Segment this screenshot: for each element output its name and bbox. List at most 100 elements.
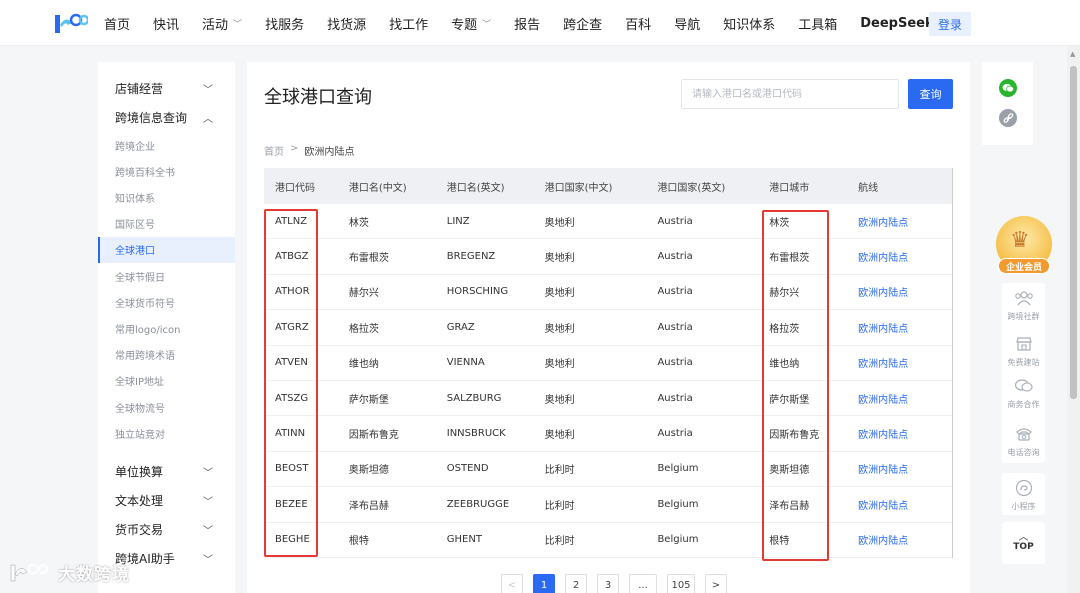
route-link[interactable]: 欧洲内陆点: [847, 426, 952, 441]
nav-item[interactable]: 快讯: [153, 14, 179, 33]
store-icon: [1014, 334, 1034, 354]
column-header: 港口国家(中文): [544, 182, 613, 194]
next-page-button[interactable]: >: [705, 574, 727, 593]
business-tool[interactable]: 商务合作: [1002, 371, 1045, 413]
highlight-box-port-city: [762, 210, 829, 561]
sidebar-item[interactable]: 知识体系: [98, 184, 235, 210]
table-cell: Austria: [657, 251, 693, 263]
scroll-up-arrow-icon[interactable]: ▲: [1070, 50, 1075, 58]
nav-item[interactable]: 找工作: [389, 14, 428, 33]
table-row: BEZEE 泽布吕赫 ZEEBRUGGE 比利时 Belgium 泽布吕赫 欧洲内陆点: [264, 487, 952, 523]
sidebar-group-shop[interactable]: 店铺经营 ﹀: [98, 74, 235, 103]
table-cell: Austria: [657, 321, 693, 333]
sidebar-group-currency[interactable]: 货币交易 ﹀: [98, 515, 235, 544]
nav-item-label: 找工作: [389, 17, 429, 33]
nav-item[interactable]: 报告: [514, 14, 540, 33]
route-link[interactable]: 欧洲内陆点: [847, 461, 952, 476]
table-cell: Austria: [657, 215, 693, 227]
table-cell: Austria: [657, 392, 693, 404]
nav-item[interactable]: 知识体系: [723, 14, 775, 33]
nav-item-label: 快讯: [153, 17, 180, 33]
watermark: 大数跨境: [8, 560, 130, 585]
highlight-box-port-code: [264, 209, 318, 557]
page-button[interactable]: 105: [667, 574, 695, 593]
sidebar-item[interactable]: 全球节假日: [98, 263, 235, 289]
table-row: ATLNZ 林茨 LINZ 奥地利 Austria 林茨 欧洲内陆点: [264, 204, 952, 240]
group-icon: [1014, 288, 1034, 308]
route-link[interactable]: 欧洲内陆点: [847, 320, 952, 335]
table-cell: 奥地利: [544, 323, 575, 335]
watermark-text: 大数跨境: [58, 565, 130, 585]
route-link[interactable]: 欧洲内陆点: [847, 497, 952, 512]
nav-item[interactable]: 找货源: [327, 14, 366, 33]
route-link[interactable]: 欧洲内陆点: [847, 532, 952, 547]
nav-item[interactable]: 导航: [674, 14, 700, 33]
pagination: <1 2 3... 105 >: [501, 574, 737, 593]
chevron-up-icon: ︿: [203, 114, 213, 125]
prev-page-button[interactable]: <: [501, 574, 523, 593]
vip-membership-badge[interactable]: ♛ 企业会员: [996, 216, 1052, 276]
nav-item[interactable]: 活动 ﹀: [202, 14, 242, 33]
sidebar-item[interactable]: 独立站竞对: [98, 420, 235, 446]
table-cell: 格拉茨: [348, 323, 379, 335]
route-link[interactable]: 欧洲内陆点: [847, 284, 952, 299]
sidebar-item[interactable]: 全球IP地址: [98, 368, 235, 394]
nav-item[interactable]: 工具箱: [798, 14, 837, 33]
search-button[interactable]: 查询: [908, 79, 953, 109]
back-to-top-button[interactable]: ︿ TOP: [1002, 522, 1045, 564]
chevron-down-icon: ﹀: [233, 19, 243, 30]
mini-program-button[interactable]: 小程序: [1002, 473, 1045, 515]
table-row: BEOST 奥斯坦德 OSTEND 比利时 Belgium 奥斯坦德 欧洲内陆点: [264, 452, 952, 488]
sidebar-item[interactable]: 常用logo/icon: [98, 315, 235, 341]
table-row: ATSZG 萨尔斯堡 SALZBURG 奥地利 Austria 萨尔斯堡 欧洲内陆点: [264, 381, 952, 417]
nav-item[interactable]: 百科: [625, 14, 651, 33]
sidebar-group-label: 店铺经营: [115, 82, 164, 96]
nav-item[interactable]: DeepSeek: [860, 16, 933, 31]
page-button[interactable]: 2: [565, 574, 587, 593]
table-cell: Belgium: [657, 534, 699, 546]
phone-tool[interactable]: 电话咨询: [1002, 419, 1045, 461]
nav-item[interactable]: 找服务: [265, 14, 304, 33]
column-header: 港口国家(英文): [657, 182, 726, 194]
sidebar-item[interactable]: 全球物流号: [98, 394, 235, 420]
nav-item-label: 跨企查: [563, 17, 603, 33]
table-row: ATHOR 赫尔兴 HORSCHING 奥地利 Austria 赫尔兴 欧洲内陆点: [264, 275, 952, 311]
free-site-tool[interactable]: 免费建站: [1002, 329, 1045, 371]
nav-item[interactable]: 首页: [104, 14, 130, 33]
sidebar-group-unit[interactable]: 单位换算 ﹀: [98, 457, 235, 486]
scrollbar-thumb[interactable]: [1070, 66, 1077, 399]
breadcrumb-home-link[interactable]: 首页: [264, 143, 284, 158]
sidebar-item[interactable]: 国际区号: [98, 211, 235, 237]
port-search-input[interactable]: [681, 79, 899, 109]
table-cell: 奥斯坦德: [348, 465, 389, 477]
route-link[interactable]: 欧洲内陆点: [847, 214, 952, 229]
site-logo[interactable]: [52, 11, 88, 35]
table-cell: OSTEND: [446, 463, 489, 475]
login-button[interactable]: 登录: [929, 12, 971, 36]
breadcrumb: 首页 > 欧洲内陆点: [264, 143, 354, 158]
sidebar-item[interactable]: 跨境企业: [98, 132, 235, 158]
page-button[interactable]: ...: [629, 574, 657, 593]
nav-item[interactable]: 专题 ﹀: [451, 14, 491, 33]
sidebar-group-query[interactable]: 跨境信息查询 ︿: [98, 103, 235, 132]
link-icon[interactable]: [999, 109, 1017, 127]
column-header: 港口名(英文): [446, 182, 505, 194]
route-link[interactable]: 欧洲内陆点: [847, 355, 952, 370]
column-header: 港口名(中文): [348, 182, 407, 194]
nav-item[interactable]: 跨企查: [563, 14, 602, 33]
sidebar-item[interactable]: 全球港口: [98, 236, 235, 263]
route-link[interactable]: 欧洲内陆点: [847, 249, 952, 264]
table-row: ATGRZ 格拉茨 GRAZ 奥地利 Austria 格拉茨 欧洲内陆点: [264, 310, 952, 346]
route-link[interactable]: 欧洲内陆点: [847, 391, 952, 406]
sidebar-item[interactable]: 常用跨境术语: [98, 342, 235, 368]
table-row: ATBGZ 布雷根茨 BREGENZ 奥地利 Austria 布雷根茨 欧洲内陆点: [264, 239, 952, 275]
page-button[interactable]: 1: [533, 574, 555, 593]
sidebar-item[interactable]: 全球货币符号: [98, 289, 235, 315]
community-tool[interactable]: 跨境社群: [1002, 283, 1045, 325]
sidebar-item[interactable]: 跨境百科全书: [98, 158, 235, 184]
sidebar-group-label: 单位换算: [115, 465, 164, 479]
page-button[interactable]: 3: [597, 574, 619, 593]
nav-item-label: 活动: [202, 17, 229, 33]
sidebar-group-text[interactable]: 文本处理 ﹀: [98, 486, 235, 515]
wechat-icon[interactable]: [999, 79, 1017, 97]
